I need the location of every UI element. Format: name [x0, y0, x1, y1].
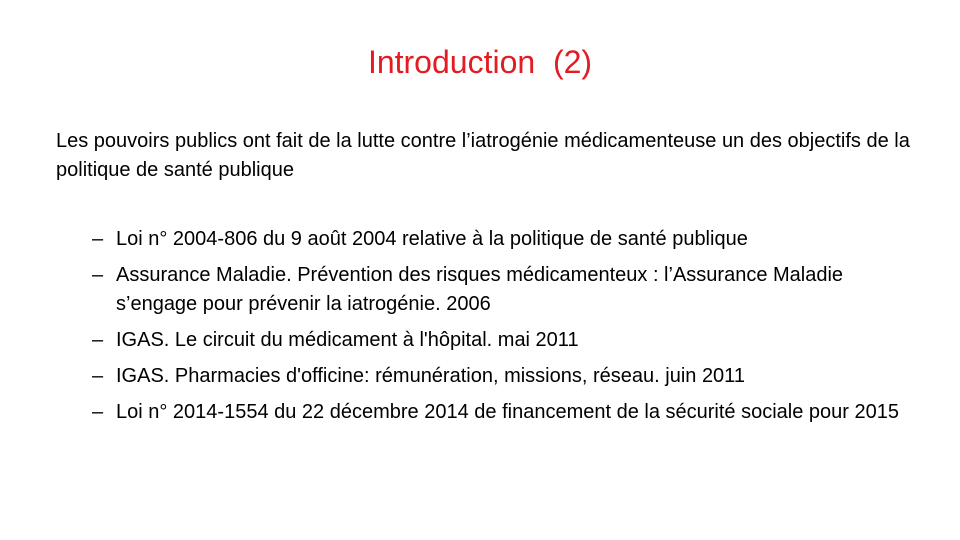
list-item-text: Assurance Maladie. Prévention des risque…: [116, 264, 844, 315]
bullet-dash: –: [92, 264, 104, 286]
reference-list: – Loi n° 2004-806 du 9 août 2004 relativ…: [92, 225, 922, 434]
list-item-text: IGAS. Pharmacies d'officine: rémunératio…: [116, 365, 745, 387]
list-item: – Loi n° 2004-806 du 9 août 2004 relativ…: [92, 225, 922, 254]
bullet-dash: –: [92, 365, 104, 387]
list-item: – IGAS. Le circuit du médicament à l'hôp…: [92, 326, 922, 355]
bullet-dash: –: [92, 329, 104, 351]
bullet-dash: –: [92, 401, 104, 423]
list-item-text: Loi n° 2004-806 du 9 août 2004 relative …: [116, 228, 748, 250]
list-item-text: Loi n° 2014-1554 du 22 décembre 2014 de …: [116, 401, 899, 423]
list-item-text: IGAS. Le circuit du médicament à l'hôpit…: [116, 329, 579, 351]
bullet-dash: –: [92, 228, 104, 250]
slide: Introduction (2) Les pouvoirs publics on…: [0, 0, 960, 540]
intro-paragraph: Les pouvoirs publics ont fait de la lutt…: [56, 130, 910, 181]
list-item: – IGAS. Pharmacies d'officine: rémunérat…: [92, 362, 922, 391]
list-item: – Assurance Maladie. Prévention des risq…: [92, 261, 922, 319]
slide-title: Introduction (2): [367, 44, 593, 80]
list-item: – Loi n° 2014-1554 du 22 décembre 2014 d…: [92, 398, 922, 427]
